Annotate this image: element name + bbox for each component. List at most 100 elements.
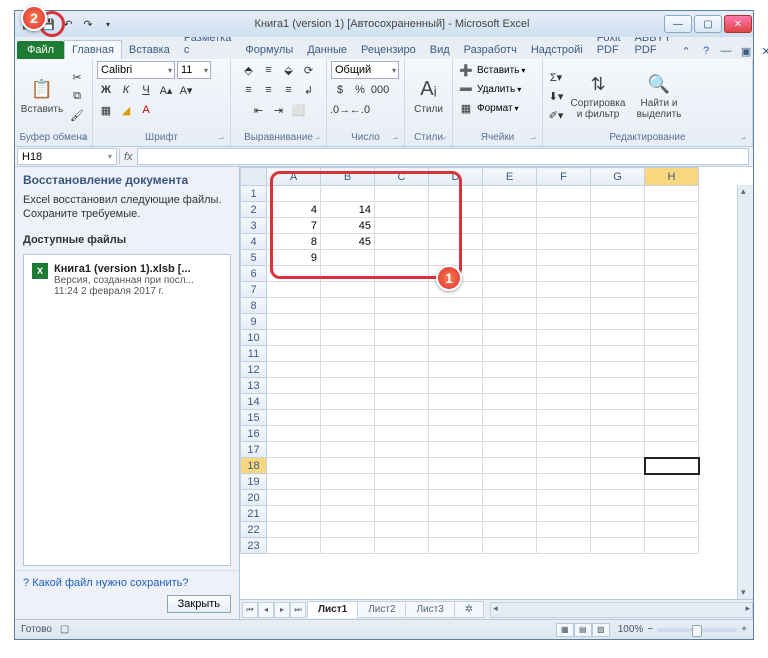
cell-E13[interactable]: [483, 378, 537, 394]
cell-A8[interactable]: [267, 298, 321, 314]
border-icon[interactable]: ▦: [97, 101, 115, 119]
cell-G6[interactable]: [591, 266, 645, 282]
cell-B17[interactable]: [321, 442, 375, 458]
cell-C17[interactable]: [375, 442, 429, 458]
close-button[interactable]: ✕: [724, 15, 752, 33]
cell-D23[interactable]: [429, 538, 483, 554]
cell-E1[interactable]: [483, 186, 537, 202]
cell-A3[interactable]: 7: [267, 218, 321, 234]
cell-D19[interactable]: [429, 474, 483, 490]
cell-A22[interactable]: [267, 522, 321, 538]
sheet-tab-1[interactable]: Лист1: [307, 601, 358, 618]
cell-D7[interactable]: [429, 282, 483, 298]
cell-C2[interactable]: [375, 202, 429, 218]
cell-A11[interactable]: [267, 346, 321, 362]
sheet-nav-next-icon[interactable]: ▸: [274, 602, 290, 618]
cell-H22[interactable]: [645, 522, 699, 538]
cell-G18[interactable]: [591, 458, 645, 474]
cell-H15[interactable]: [645, 410, 699, 426]
cell-C5[interactable]: [375, 250, 429, 266]
cell-B3[interactable]: 45: [321, 218, 375, 234]
cell-G23[interactable]: [591, 538, 645, 554]
tab-insert[interactable]: Вставка: [122, 41, 177, 59]
merge-icon[interactable]: ⬜: [290, 101, 308, 119]
view-layout-icon[interactable]: ▤: [574, 623, 592, 637]
excel-icon[interactable]: 📗: [19, 15, 37, 33]
cell-A16[interactable]: [267, 426, 321, 442]
row-header-13[interactable]: 13: [241, 378, 267, 394]
cell-C16[interactable]: [375, 426, 429, 442]
cell-H8[interactable]: [645, 298, 699, 314]
cell-G20[interactable]: [591, 490, 645, 506]
cell-E23[interactable]: [483, 538, 537, 554]
cell-F18[interactable]: [537, 458, 591, 474]
cell-H6[interactable]: [645, 266, 699, 282]
sheet-nav-first-icon[interactable]: ⏮: [242, 602, 258, 618]
cell-A7[interactable]: [267, 282, 321, 298]
cell-B1[interactable]: [321, 186, 375, 202]
cell-H12[interactable]: [645, 362, 699, 378]
cell-A9[interactable]: [267, 314, 321, 330]
cell-E20[interactable]: [483, 490, 537, 506]
increase-indent-icon[interactable]: ⇥: [270, 101, 288, 119]
cell-F8[interactable]: [537, 298, 591, 314]
col-header-E[interactable]: E: [483, 168, 537, 186]
cell-G22[interactable]: [591, 522, 645, 538]
cell-D2[interactable]: [429, 202, 483, 218]
cell-F14[interactable]: [537, 394, 591, 410]
cell-B23[interactable]: [321, 538, 375, 554]
cell-E15[interactable]: [483, 410, 537, 426]
cell-D15[interactable]: [429, 410, 483, 426]
name-box[interactable]: H18: [17, 148, 117, 165]
cell-D1[interactable]: [429, 186, 483, 202]
cell-C7[interactable]: [375, 282, 429, 298]
cell-E3[interactable]: [483, 218, 537, 234]
col-header-D[interactable]: D: [429, 168, 483, 186]
cell-B8[interactable]: [321, 298, 375, 314]
cell-E11[interactable]: [483, 346, 537, 362]
cell-F2[interactable]: [537, 202, 591, 218]
cell-G13[interactable]: [591, 378, 645, 394]
cell-G12[interactable]: [591, 362, 645, 378]
cell-E19[interactable]: [483, 474, 537, 490]
formula-input[interactable]: [137, 148, 749, 165]
cell-F10[interactable]: [537, 330, 591, 346]
decrease-decimal-icon[interactable]: ←.0: [351, 101, 369, 119]
cell-C12[interactable]: [375, 362, 429, 378]
cell-F23[interactable]: [537, 538, 591, 554]
row-header-21[interactable]: 21: [241, 506, 267, 522]
row-header-4[interactable]: 4: [241, 234, 267, 250]
insert-cells-icon[interactable]: ➕: [457, 61, 475, 79]
row-header-18[interactable]: 18: [241, 458, 267, 474]
row-header-9[interactable]: 9: [241, 314, 267, 330]
recovery-file-item[interactable]: X Книга1 (version 1).xlsb [... Версия, с…: [28, 259, 226, 301]
cell-G4[interactable]: [591, 234, 645, 250]
zoom-out-icon[interactable]: −: [647, 624, 653, 635]
cell-A2[interactable]: 4: [267, 202, 321, 218]
cell-D3[interactable]: [429, 218, 483, 234]
sheet-tab-2[interactable]: Лист2: [357, 601, 406, 618]
sheet-nav-last-icon[interactable]: ⏭: [290, 602, 306, 618]
cell-E8[interactable]: [483, 298, 537, 314]
cell-A6[interactable]: [267, 266, 321, 282]
cell-D5[interactable]: [429, 250, 483, 266]
cell-A1[interactable]: [267, 186, 321, 202]
row-header-14[interactable]: 14: [241, 394, 267, 410]
decrease-indent-icon[interactable]: ⇤: [250, 101, 268, 119]
cell-B19[interactable]: [321, 474, 375, 490]
row-header-5[interactable]: 5: [241, 250, 267, 266]
view-normal-icon[interactable]: ▦: [556, 623, 574, 637]
align-left-icon[interactable]: ≡: [240, 81, 258, 99]
cell-G10[interactable]: [591, 330, 645, 346]
maximize-button[interactable]: ▢: [694, 15, 722, 33]
paste-button[interactable]: 📋 Вставить: [19, 66, 65, 126]
cell-A13[interactable]: [267, 378, 321, 394]
cell-F12[interactable]: [537, 362, 591, 378]
tab-addins[interactable]: Надстройі: [524, 41, 590, 59]
cell-H13[interactable]: [645, 378, 699, 394]
find-select-button[interactable]: 🔍 Найти и выделить: [631, 66, 687, 126]
cell-F3[interactable]: [537, 218, 591, 234]
cell-B15[interactable]: [321, 410, 375, 426]
undo-icon[interactable]: ↶: [59, 15, 77, 33]
row-header-11[interactable]: 11: [241, 346, 267, 362]
